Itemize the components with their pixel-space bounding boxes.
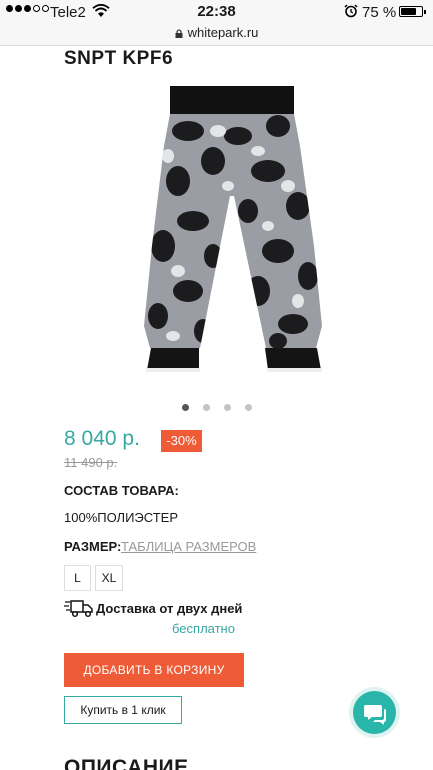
- current-price: 8 040 р.: [64, 427, 140, 450]
- battery-icon: [399, 6, 426, 17]
- status-bar: Tele2 22:38 75 %: [0, 0, 433, 24]
- address-bar[interactable]: whitepark.ru: [0, 24, 433, 46]
- carousel-dot[interactable]: [244, 404, 252, 411]
- discount-badge: -30%: [161, 430, 202, 452]
- lock-icon: [175, 29, 183, 38]
- carousel-dots[interactable]: [0, 404, 433, 411]
- url-text: whitepark.ru: [187, 25, 259, 40]
- buy-one-click-button[interactable]: Купить в 1 клик: [64, 696, 182, 724]
- carousel-dot[interactable]: [181, 404, 189, 411]
- product-image[interactable]: [118, 86, 346, 382]
- delivery-price: бесплатно: [172, 621, 235, 636]
- truck-icon: [64, 600, 93, 618]
- composition-value: 100%ПОЛИЭСТЕР: [64, 510, 179, 525]
- alarm-icon: [344, 4, 358, 18]
- description-heading: ОПИСАНИЕ: [64, 756, 189, 770]
- delivery-text: Доставка от двух дней: [96, 601, 243, 616]
- chat-icon: [364, 705, 386, 725]
- add-to-cart-button[interactable]: ДОБАВИТЬ В КОРЗИНУ: [64, 653, 244, 687]
- old-price: 11 490 р.: [64, 455, 118, 470]
- carousel-dot[interactable]: [202, 404, 210, 411]
- size-option-xl[interactable]: XL: [95, 565, 123, 591]
- size-table-link[interactable]: ТАБЛИЦА РАЗМЕРОВ: [121, 539, 256, 554]
- composition-label: СОСТАВ ТОВАРА:: [64, 483, 179, 498]
- carousel-dot[interactable]: [223, 404, 231, 411]
- battery-percent: 75 %: [362, 4, 397, 21]
- size-label: РАЗМЕР:: [64, 539, 122, 554]
- product-title: SNPT KPF6: [64, 48, 174, 69]
- chat-button[interactable]: [353, 691, 396, 734]
- size-option-l[interactable]: L: [64, 565, 91, 591]
